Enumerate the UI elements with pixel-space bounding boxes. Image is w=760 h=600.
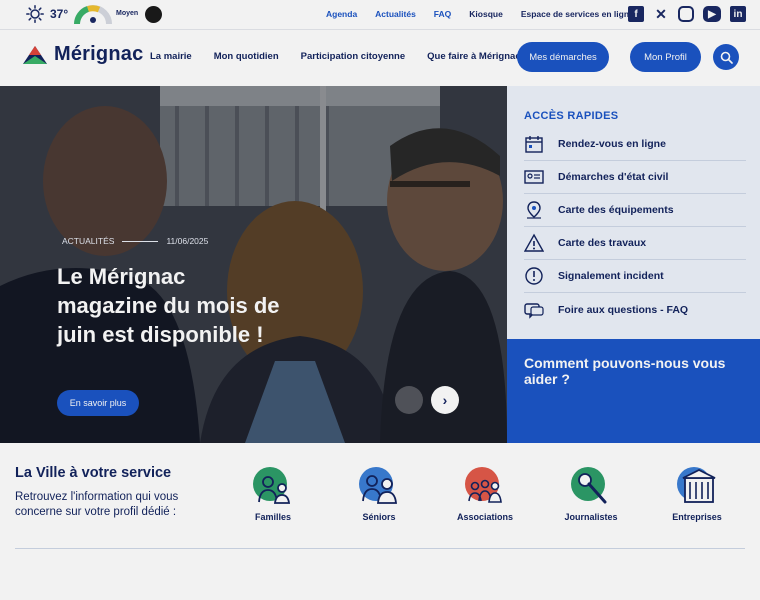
- search-button[interactable]: [713, 44, 739, 70]
- building-icon: [677, 467, 716, 503]
- quick-item-label: Carte des travaux: [558, 237, 647, 249]
- logo-mark-icon: [23, 45, 47, 64]
- mes-demarches-button[interactable]: Mes démarches: [517, 42, 609, 72]
- quick-item-etat-civil[interactable]: Démarches d'état civil: [524, 161, 746, 194]
- linkedin-icon[interactable]: in: [730, 6, 746, 22]
- profile-associations[interactable]: Associations: [432, 466, 538, 522]
- chevron-right-icon: ›: [442, 392, 448, 408]
- en-savoir-plus-button[interactable]: En savoir plus: [57, 390, 139, 416]
- site-logo[interactable]: Mérignac: [22, 43, 143, 66]
- search-icon: [720, 51, 733, 64]
- calendar-icon: [525, 136, 543, 153]
- help-title: Comment pouvons-nous vous aider ?: [524, 355, 726, 387]
- hero-title[interactable]: Le Mérignac magazine du mois de juin est…: [57, 262, 287, 349]
- logo-text: Mérignac: [54, 43, 144, 65]
- link-espace-services[interactable]: Espace de services en ligne ↗: [521, 9, 643, 20]
- facebook-icon[interactable]: f: [628, 6, 644, 22]
- quick-access-list: Rendez-vous en ligne Démarches d'état ci…: [524, 128, 746, 326]
- x-icon[interactable]: ✕: [653, 6, 669, 22]
- quick-item-label: Carte des équipements: [558, 204, 674, 216]
- weather-widget: 37°: [26, 5, 68, 23]
- section-divider: [15, 548, 745, 549]
- services-text: Retrouvez l'information qui vous concern…: [15, 491, 179, 518]
- profile-journalistes[interactable]: Journalistes: [538, 466, 644, 522]
- instagram-icon[interactable]: [678, 6, 694, 22]
- hero-category: ACTUALITÉS: [62, 236, 115, 246]
- quick-item-label: Signalement incident: [558, 270, 664, 282]
- profile-label: Séniors: [362, 512, 396, 522]
- link-agenda[interactable]: Agenda: [326, 9, 357, 20]
- sun-icon: [26, 5, 44, 23]
- profile-familles[interactable]: Familles: [220, 466, 326, 522]
- quick-item-label: Rendez-vous en ligne: [558, 138, 666, 150]
- temperature: 37°: [50, 7, 69, 21]
- seniors-icon: [359, 467, 397, 504]
- profile-label: Journalistes: [564, 512, 618, 522]
- quick-item-signalement[interactable]: Signalement incident: [524, 260, 746, 293]
- nav-que-faire[interactable]: Que faire à Mérignac ?: [427, 51, 529, 62]
- alert-icon: [525, 267, 543, 285]
- profile-entreprises[interactable]: Entreprises: [644, 466, 750, 522]
- microphone-icon: [571, 467, 607, 504]
- quick-item-equipements[interactable]: Carte des équipements: [524, 194, 746, 227]
- profile-list: Familles Séniors Associations Journalist…: [220, 466, 750, 522]
- associations-icon: [465, 467, 502, 503]
- profile-label: Associations: [456, 512, 514, 522]
- quick-access-panel: ACCÈS RAPIDES Rendez-vous en ligne Démar…: [507, 86, 760, 339]
- youtube-icon[interactable]: ▶: [703, 6, 721, 22]
- hero-prev-button[interactable]: [395, 386, 423, 414]
- nav-mon-quotidien[interactable]: Mon quotidien: [214, 51, 279, 62]
- hero-meta: ACTUALITÉS 11/06/2025: [62, 236, 208, 246]
- profile-label: Familles: [254, 512, 292, 522]
- warning-icon: [524, 233, 544, 252]
- quick-item-faq[interactable]: Foire aux questions - FAQ: [524, 293, 746, 326]
- link-espace-services-label: Espace de services en ligne: [520, 9, 634, 19]
- family-icon: [253, 467, 291, 504]
- id-card-icon: [524, 170, 544, 184]
- chat-icon: [524, 302, 544, 319]
- utility-bar: 37° Moyen Agenda Actualités FAQ Kiosque …: [0, 0, 760, 30]
- hero-date: 11/06/2025: [166, 236, 209, 246]
- hero-meta-divider: [122, 240, 159, 242]
- mon-profil-button[interactable]: Mon Profil: [630, 42, 701, 72]
- hero-slider: ACTUALITÉS 11/06/2025 Le Mérignac magazi…: [0, 86, 507, 443]
- air-quality-label: Moyen: [116, 10, 139, 17]
- quick-item-label: Foire aux questions - FAQ: [558, 303, 689, 316]
- dark-mode-toggle[interactable]: [145, 6, 162, 23]
- social-links: f ✕ ▶ in: [628, 6, 746, 22]
- profile-label: Entreprises: [672, 512, 722, 522]
- air-quality-gauge-icon: [74, 5, 112, 25]
- quick-item-label: Démarches d'état civil: [558, 171, 669, 183]
- utility-links: Agenda Actualités FAQ Kiosque Espace de …: [326, 9, 643, 20]
- link-actualites[interactable]: Actualités: [375, 9, 416, 20]
- quick-access-title: ACCÈS RAPIDES: [524, 110, 619, 122]
- link-faq[interactable]: FAQ: [434, 9, 451, 20]
- nav-la-mairie[interactable]: La mairie: [150, 51, 192, 62]
- quick-item-rendez-vous[interactable]: Rendez-vous en ligne: [524, 128, 746, 161]
- help-panel[interactable]: Comment pouvons-nous vous aider ?: [507, 339, 760, 443]
- profile-seniors[interactable]: Séniors: [326, 466, 432, 522]
- link-kiosque[interactable]: Kiosque: [469, 9, 503, 20]
- main-nav: La mairie Mon quotidien Participation ci…: [150, 51, 529, 62]
- map-pin-icon: [527, 201, 541, 219]
- hero-next-button[interactable]: ›: [431, 386, 459, 414]
- main-header: Mérignac La mairie Mon quotidien Partici…: [0, 30, 760, 86]
- services-title: La Ville à votre service: [15, 465, 172, 481]
- quick-item-travaux[interactable]: Carte des travaux: [524, 227, 746, 260]
- nav-participation-citoyenne[interactable]: Participation citoyenne: [301, 51, 406, 62]
